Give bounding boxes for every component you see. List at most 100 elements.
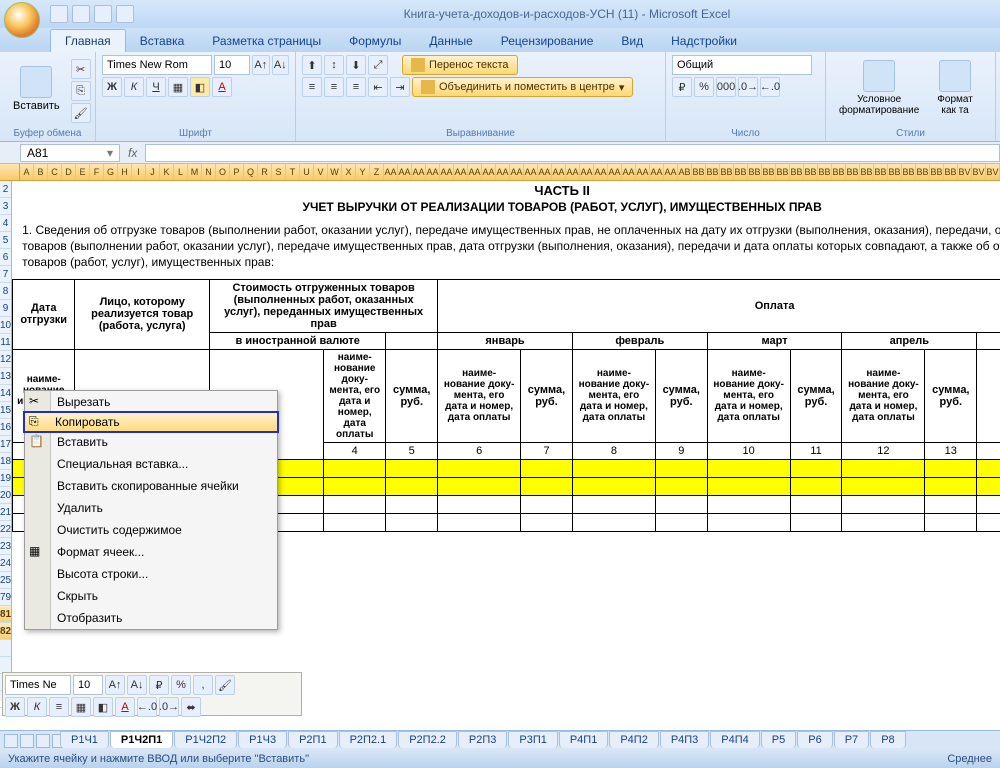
mini-size-select[interactable] bbox=[73, 675, 103, 695]
mini-inc-decimal-icon[interactable]: .0→ bbox=[159, 697, 179, 717]
fx-icon[interactable]: fx bbox=[128, 146, 137, 160]
column-header[interactable]: K bbox=[160, 164, 174, 180]
italic-button[interactable]: К bbox=[124, 77, 144, 97]
copy-icon[interactable]: ⎘ bbox=[71, 81, 91, 101]
row-header[interactable]: 10 bbox=[0, 317, 11, 334]
mini-dec-decimal-icon[interactable]: ←.0 bbox=[137, 697, 157, 717]
column-header[interactable]: AA bbox=[566, 164, 580, 180]
column-header[interactable]: S bbox=[272, 164, 286, 180]
formula-input[interactable] bbox=[145, 144, 1000, 162]
row-header[interactable]: 12 bbox=[0, 351, 11, 368]
column-header[interactable]: G bbox=[104, 164, 118, 180]
qat-save-icon[interactable] bbox=[50, 5, 68, 23]
sheet-tab[interactable]: Р2П2.2 bbox=[398, 731, 457, 748]
cut-icon[interactable]: ✂ bbox=[71, 59, 91, 79]
column-header[interactable]: B bbox=[34, 164, 48, 180]
row-header[interactable]: 19 bbox=[0, 470, 11, 487]
column-header[interactable]: AA bbox=[440, 164, 454, 180]
column-header[interactable]: X bbox=[342, 164, 356, 180]
column-header[interactable]: I bbox=[132, 164, 146, 180]
tab-view[interactable]: Вид bbox=[607, 30, 657, 52]
row-header[interactable] bbox=[0, 640, 11, 657]
column-header[interactable]: BB bbox=[762, 164, 776, 180]
row-header-selected[interactable]: 81 bbox=[0, 606, 11, 623]
ctx-clear[interactable]: Очистить содержимое bbox=[25, 519, 277, 541]
row-header[interactable]: 4 bbox=[0, 215, 11, 232]
row-header[interactable]: 16 bbox=[0, 419, 11, 436]
row-header[interactable]: 3 bbox=[0, 198, 11, 215]
mini-grow-font-icon[interactable]: A↑ bbox=[105, 675, 125, 695]
row-header[interactable]: 2 bbox=[0, 181, 11, 198]
row-header[interactable]: 25 bbox=[0, 572, 11, 589]
column-header[interactable]: BV bbox=[972, 164, 986, 180]
sheet-tab[interactable]: Р2П2.1 bbox=[339, 731, 398, 748]
tab-page-layout[interactable]: Разметка страницы bbox=[198, 30, 335, 52]
sheet-tab[interactable]: Р1Ч3 bbox=[238, 731, 287, 748]
column-header[interactable]: BB bbox=[860, 164, 874, 180]
currency-icon[interactable]: ₽ bbox=[672, 77, 692, 97]
sheet-tab[interactable]: Р4П4 bbox=[710, 731, 759, 748]
comma-icon[interactable]: 000 bbox=[716, 77, 736, 97]
align-bottom-icon[interactable]: ⬇ bbox=[346, 55, 366, 75]
row-header[interactable]: 6 bbox=[0, 249, 11, 266]
sheet-tab[interactable]: Р4П3 bbox=[660, 731, 709, 748]
column-header[interactable]: R bbox=[258, 164, 272, 180]
borders-icon[interactable]: ▦ bbox=[168, 77, 188, 97]
row-header[interactable]: 21 bbox=[0, 504, 11, 521]
sheet-tab[interactable]: Р2П1 bbox=[288, 731, 337, 748]
font-name-select[interactable] bbox=[102, 55, 212, 75]
column-header[interactable]: BB bbox=[902, 164, 916, 180]
sheet-tab[interactable]: Р3П1 bbox=[508, 731, 557, 748]
column-header[interactable]: AA bbox=[636, 164, 650, 180]
column-header[interactable]: BB bbox=[804, 164, 818, 180]
row-header[interactable]: 15 bbox=[0, 402, 11, 419]
sheet-tab[interactable]: Р1Ч2П2 bbox=[174, 731, 237, 748]
column-header[interactable]: Z bbox=[370, 164, 384, 180]
column-header[interactable]: BV bbox=[958, 164, 972, 180]
column-header[interactable]: AA bbox=[622, 164, 636, 180]
column-header[interactable]: Q bbox=[244, 164, 258, 180]
ctx-hide[interactable]: Скрыть bbox=[25, 585, 277, 607]
decrease-indent-icon[interactable]: ⇤ bbox=[368, 77, 388, 97]
ctx-paste[interactable]: 📋Вставить bbox=[25, 431, 277, 453]
column-header[interactable]: BB bbox=[818, 164, 832, 180]
column-header[interactable]: BB bbox=[776, 164, 790, 180]
row-header[interactable]: 17 bbox=[0, 436, 11, 453]
ctx-format-cells[interactable]: ▦Формат ячеек... bbox=[25, 541, 277, 563]
sheet-tab[interactable]: Р7 bbox=[834, 731, 869, 748]
column-header[interactable]: J bbox=[146, 164, 160, 180]
sheet-tab[interactable]: Р1Ч2П1 bbox=[110, 731, 173, 748]
sheet-tab[interactable]: Р2П3 bbox=[458, 731, 507, 748]
sheet-tab[interactable]: Р4П1 bbox=[559, 731, 608, 748]
column-header[interactable]: BB bbox=[790, 164, 804, 180]
mini-painter-icon[interactable]: 🖌 bbox=[215, 675, 235, 695]
paste-button[interactable]: Вставить bbox=[6, 55, 67, 123]
mini-fontcolor-icon[interactable]: A bbox=[115, 697, 135, 717]
column-header[interactable]: T bbox=[286, 164, 300, 180]
column-header[interactable]: BB bbox=[692, 164, 706, 180]
ctx-cut[interactable]: ✂Вырезать bbox=[25, 391, 277, 413]
qat-redo-icon[interactable] bbox=[94, 5, 112, 23]
column-header[interactable]: A bbox=[20, 164, 34, 180]
tab-insert[interactable]: Вставка bbox=[126, 30, 199, 52]
column-header[interactable]: AA bbox=[496, 164, 510, 180]
qat-undo-icon[interactable] bbox=[72, 5, 90, 23]
column-header[interactable]: L bbox=[174, 164, 188, 180]
ctx-row-height[interactable]: Высота строки... bbox=[25, 563, 277, 585]
chevron-down-icon[interactable]: ▾ bbox=[107, 146, 113, 160]
column-header[interactable]: BB bbox=[706, 164, 720, 180]
column-header[interactable]: AA bbox=[580, 164, 594, 180]
row-header[interactable]: 18 bbox=[0, 453, 11, 470]
align-right-icon[interactable]: ≡ bbox=[346, 77, 366, 97]
column-header[interactable]: AA bbox=[510, 164, 524, 180]
column-header[interactable]: F bbox=[90, 164, 104, 180]
tab-home[interactable]: Главная bbox=[50, 29, 126, 52]
underline-button[interactable]: Ч bbox=[146, 77, 166, 97]
column-header[interactable]: AA bbox=[468, 164, 482, 180]
row-header[interactable]: 5 bbox=[0, 232, 11, 249]
row-header[interactable]: 14 bbox=[0, 385, 11, 402]
row-header[interactable]: 9 bbox=[0, 300, 11, 317]
orientation-icon[interactable]: ⤢ bbox=[368, 55, 388, 75]
column-header[interactable]: AA bbox=[482, 164, 496, 180]
row-header[interactable]: 13 bbox=[0, 368, 11, 385]
